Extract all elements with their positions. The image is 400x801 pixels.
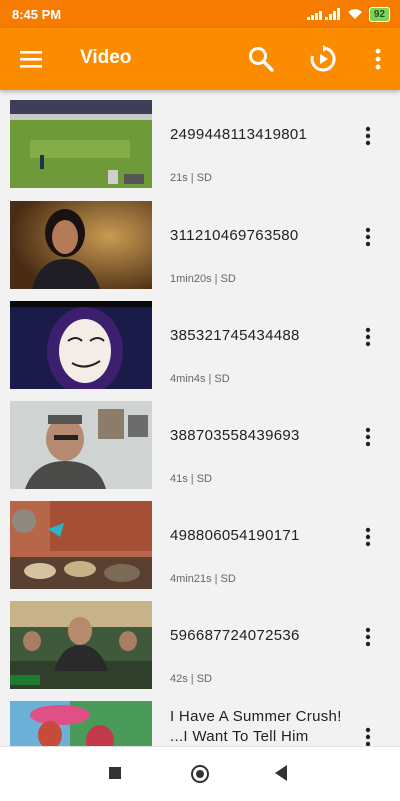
back-icon[interactable] <box>275 765 287 781</box>
status-icons: 92 <box>306 6 390 22</box>
page-title: Video <box>80 47 132 68</box>
video-thumbnail[interactable] <box>10 601 152 689</box>
summer-crush-thumbnail <box>10 701 152 746</box>
video-title: 596687724072536 <box>170 627 300 644</box>
more-options-icon[interactable] <box>356 525 380 549</box>
video-item[interactable]: 2499448113419801 21s | SD <box>0 90 400 190</box>
assembly-hall-thumbnail <box>10 601 152 689</box>
video-thumbnail[interactable] <box>10 701 152 746</box>
video-thumbnail[interactable] <box>10 201 152 289</box>
wifi-icon <box>347 9 362 19</box>
video-item[interactable]: 311210469763580 1min20s | SD <box>0 191 400 291</box>
video-meta: 4min4s | SD <box>170 373 230 385</box>
video-meta: 41s | SD <box>170 473 212 485</box>
video-item[interactable]: 388703558439693 41s | SD <box>0 391 400 491</box>
search-icon[interactable] <box>247 45 275 73</box>
market-baskets-thumbnail <box>10 501 152 589</box>
video-title: I Have A Summer Crush! ...I Want To Tell… <box>170 708 342 745</box>
overflow-menu-icon[interactable] <box>364 45 392 73</box>
more-options-icon[interactable] <box>356 725 380 746</box>
video-item[interactable]: 385321745434488 4min4s | SD <box>0 291 400 391</box>
more-options-icon[interactable] <box>356 124 380 148</box>
status-bar: 8:45 PM 92 <box>0 0 400 28</box>
more-options-icon[interactable] <box>356 625 380 649</box>
news-anchor-thumbnail <box>10 201 152 289</box>
man-interview-thumbnail <box>10 401 152 489</box>
app-bar: Video <box>0 28 400 90</box>
cartoon-face-thumbnail <box>10 301 152 389</box>
resume-playback-icon[interactable] <box>309 45 337 73</box>
video-meta: 1min20s | SD <box>170 273 236 285</box>
video-list: 2499448113419801 21s | SD 31121046976358… <box>0 90 400 746</box>
video-item[interactable]: 596687724072536 42s | SD <box>0 591 400 691</box>
status-time: 8:45 PM <box>12 6 62 22</box>
more-options-icon[interactable] <box>356 325 380 349</box>
cricket-field-thumbnail <box>10 100 152 188</box>
video-title: 498806054190171 <box>170 527 300 544</box>
video-meta: 42s | SD <box>170 673 212 685</box>
video-thumbnail[interactable] <box>10 401 152 489</box>
video-title: 388703558439693 <box>170 427 300 444</box>
video-item[interactable]: 498806054190171 4min21s | SD <box>0 491 400 591</box>
video-thumbnail[interactable] <box>10 100 152 188</box>
video-title: 385321745434488 <box>170 327 300 344</box>
video-item[interactable]: I Have A Summer Crush! ...I Want To Tell… <box>0 691 400 746</box>
home-icon[interactable] <box>191 765 209 783</box>
video-meta: 21s | SD <box>170 172 212 184</box>
menu-icon[interactable] <box>18 45 46 73</box>
video-title: 311210469763580 <box>170 227 299 244</box>
signal-icon <box>306 8 340 20</box>
more-options-icon[interactable] <box>356 225 380 249</box>
video-title: 2499448113419801 <box>170 126 308 143</box>
battery-icon: 92 <box>368 6 390 22</box>
video-meta: 4min21s | SD <box>170 573 236 585</box>
video-thumbnail[interactable] <box>10 501 152 589</box>
video-thumbnail[interactable] <box>10 301 152 389</box>
recent-apps-icon[interactable] <box>109 767 121 779</box>
system-navigation-bar <box>0 746 400 801</box>
more-options-icon[interactable] <box>356 425 380 449</box>
